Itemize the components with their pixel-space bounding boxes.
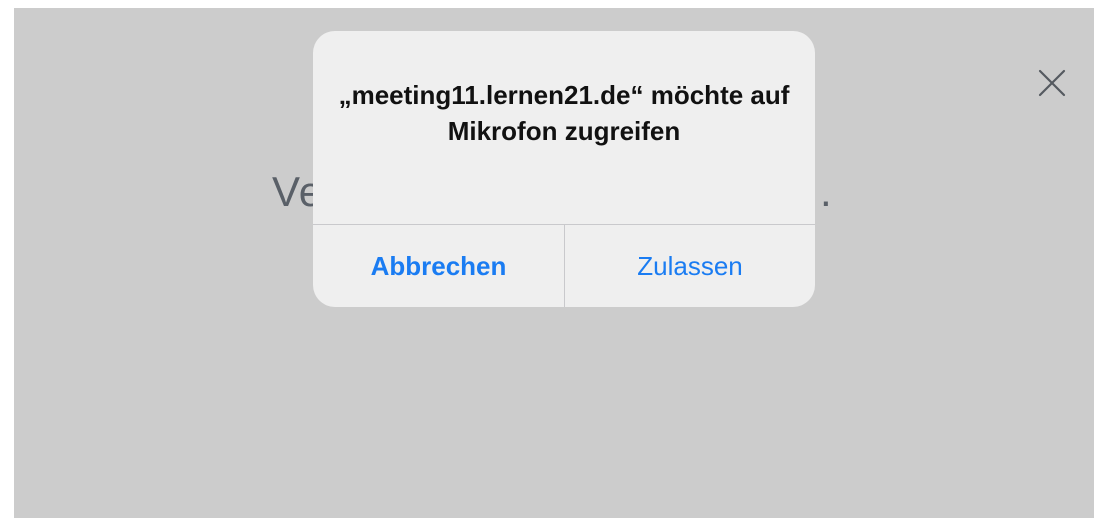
close-icon[interactable]: [1032, 63, 1072, 103]
background-heading-end: .: [820, 168, 832, 215]
cancel-button[interactable]: Abbrechen: [313, 225, 564, 307]
page-backdrop: Ve . „meeting11.lernen21.de“ möchte auf …: [14, 8, 1094, 518]
alert-title: „meeting11.lernen21.de“ möchte auf Mikro…: [338, 80, 790, 146]
allow-button[interactable]: Zulassen: [565, 225, 815, 307]
microphone-permission-alert: „meeting11.lernen21.de“ möchte auf Mikro…: [313, 31, 815, 307]
